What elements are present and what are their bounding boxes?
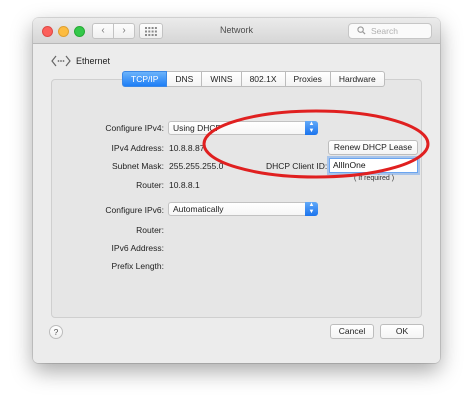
ipv4-address-label: IPv4 Address:: [111, 143, 164, 153]
tab-dns[interactable]: DNS: [167, 71, 203, 87]
router-value: 10.8.8.1: [169, 180, 200, 190]
title-bar: ‹ › Network Search: [33, 18, 440, 44]
help-button[interactable]: ?: [49, 325, 63, 339]
tab-8021x[interactable]: 802.1X: [241, 71, 286, 87]
network-window-frame: ‹ › Network Search Ethernet Configure IP…: [33, 18, 440, 363]
ipv6-address-label: IPv6 Address:: [111, 243, 164, 253]
subnet-mask-label: Subnet Mask:: [112, 161, 164, 171]
search-field[interactable]: Search: [348, 23, 432, 39]
search-placeholder: Search: [371, 26, 398, 36]
configure-ipv6-label: Configure IPv6:: [105, 205, 164, 215]
search-icon: [357, 26, 366, 35]
prefix-length-label: Prefix Length:: [111, 261, 164, 271]
configure-ipv6-popup[interactable]: Automatically ▲ ▼: [168, 202, 318, 216]
tab-bar: TCP/IP DNS WINS 802.1X Proxies Hardware: [122, 71, 385, 87]
chevron-updown-icon: ▲ ▼: [305, 202, 318, 216]
cancel-button[interactable]: Cancel: [330, 324, 374, 339]
ethernet-icon: [51, 55, 71, 67]
ethernet-label: Ethernet: [76, 56, 111, 66]
tab-wins[interactable]: WINS: [202, 71, 242, 87]
tab-tcpip[interactable]: TCP/IP: [122, 71, 168, 87]
ipv6-router-label: Router:: [136, 225, 164, 235]
network-window: ‹ › Network Search Ethernet Configure IP…: [33, 18, 440, 363]
configure-ipv6-value: Automatically: [173, 204, 224, 214]
router-label: Router:: [136, 180, 164, 190]
tab-proxies[interactable]: Proxies: [285, 71, 331, 87]
tab-hardware[interactable]: Hardware: [330, 71, 385, 87]
annotation-circle: [202, 109, 430, 179]
ok-button[interactable]: OK: [380, 324, 424, 339]
configure-ipv4-label: Configure IPv4:: [105, 123, 164, 133]
